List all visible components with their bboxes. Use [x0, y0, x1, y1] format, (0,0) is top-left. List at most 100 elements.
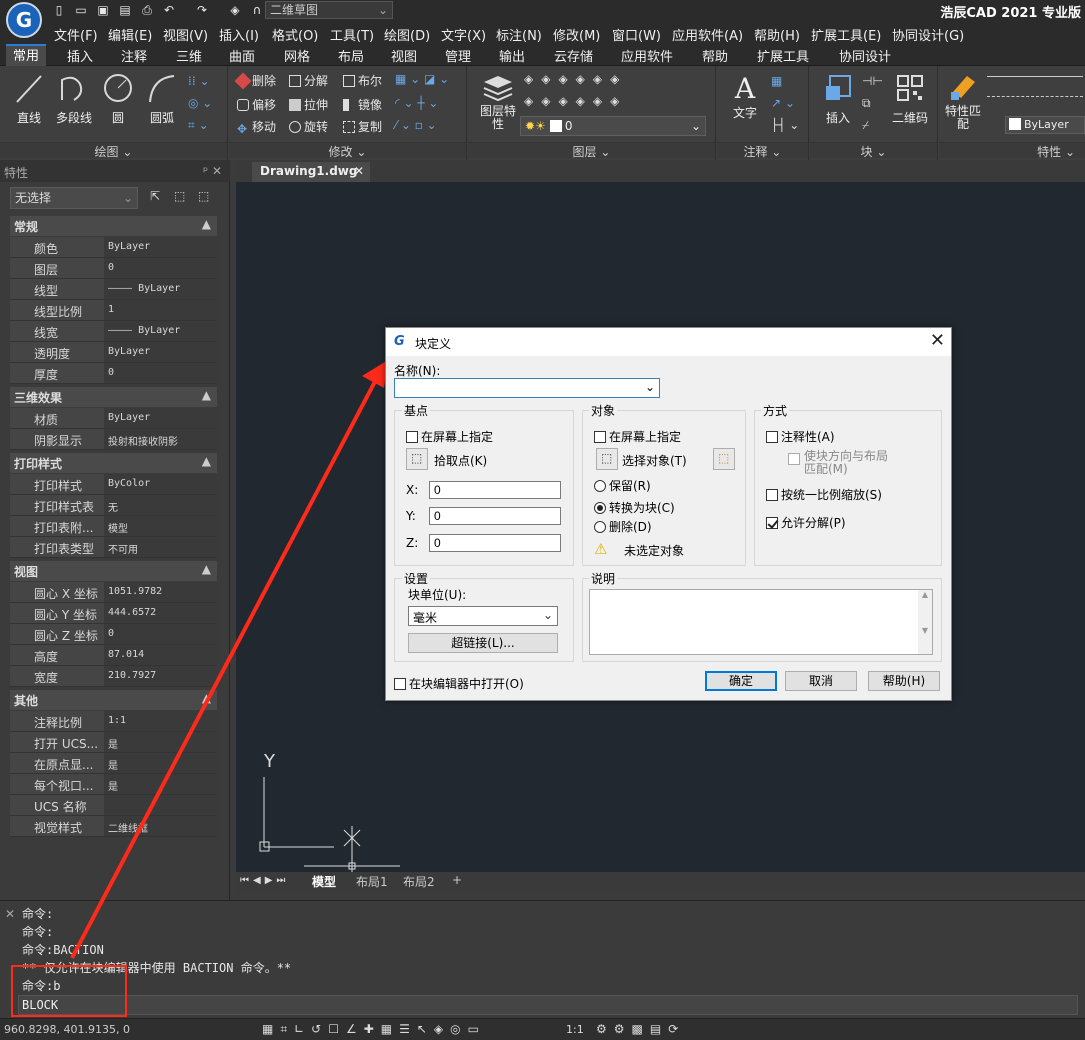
section-header[interactable]: 视图 ▲: [10, 561, 217, 581]
color-select[interactable]: ByLayer: [1005, 116, 1085, 134]
explode-button[interactable]: 分解: [289, 72, 328, 89]
print-icon[interactable]: ⎙: [140, 3, 154, 17]
base-z-input[interactable]: [429, 534, 561, 552]
menu-window[interactable]: 窗口(W): [612, 25, 661, 44]
tab-model[interactable]: 模型: [312, 873, 336, 890]
ok-button[interactable]: 确定: [705, 671, 777, 691]
menu-file[interactable]: 文件(F): [54, 25, 98, 44]
current-layer-select[interactable]: ✹☀ 0 ⌄: [520, 116, 706, 136]
tab-annotate[interactable]: 注释: [121, 46, 147, 65]
close-icon[interactable]: ✕: [5, 907, 15, 921]
close-icon[interactable]: ᵖ ✕: [203, 164, 222, 178]
close-icon[interactable]: ✕: [354, 164, 364, 178]
menu-insert[interactable]: 插入(I): [219, 25, 259, 44]
menu-edit[interactable]: 编辑(E): [108, 25, 152, 44]
collapse-icon[interactable]: ▲: [202, 388, 211, 402]
section-header[interactable]: 三维效果 ▲: [10, 387, 217, 407]
block-name-combo[interactable]: ⌄: [394, 378, 660, 398]
scrollbar[interactable]: ▲ ▼: [918, 590, 932, 654]
tab-mesh[interactable]: 网格: [284, 46, 310, 65]
tab-add-layout[interactable]: +: [452, 873, 462, 887]
property-row[interactable]: 圆心 Z 坐标 0: [10, 624, 217, 645]
tab-insert[interactable]: 插入: [67, 46, 93, 65]
section-header[interactable]: 打印样式 ▲: [10, 453, 217, 473]
tab-apps[interactable]: 应用软件: [621, 46, 673, 65]
block-tool-icon[interactable]: ⊣⊢: [862, 74, 883, 88]
block-unit-select[interactable]: 毫米 ⌄: [408, 606, 558, 626]
property-row[interactable]: 圆心 X 坐标 1051.9782: [10, 582, 217, 603]
save-as-icon[interactable]: ▤: [118, 3, 132, 17]
move-button[interactable]: ✥ 移动: [237, 118, 276, 135]
linetype-preview[interactable]: [987, 96, 1083, 97]
property-row[interactable]: 视觉样式 二维线框: [10, 816, 217, 837]
layout-nav-icon[interactable]: ⏮◀▶⏭: [240, 875, 289, 886]
property-row[interactable]: 宽度 210.7927: [10, 666, 217, 687]
tab-surface[interactable]: 曲面: [229, 46, 255, 65]
menu-tools[interactable]: 工具(T): [330, 25, 374, 44]
property-row[interactable]: 在原点显... 是: [10, 753, 217, 774]
property-row[interactable]: 打开 UCS... 是: [10, 732, 217, 753]
quick-select-icon[interactable]: ⬚: [198, 189, 209, 203]
stretch-button[interactable]: 拉伸: [289, 96, 328, 113]
tab-manage[interactable]: 管理: [445, 46, 471, 65]
status-toggles[interactable]: ▦⌗∟↺☐∠✚▦☰↖◈◎▭: [262, 1022, 486, 1037]
property-row[interactable]: 图层 0: [10, 258, 217, 279]
match-orient-checkbox[interactable]: [788, 453, 800, 465]
erase-button[interactable]: 删除: [234, 72, 276, 90]
description-textarea[interactable]: ▲ ▼: [589, 589, 933, 655]
collapse-icon[interactable]: ▲: [202, 454, 211, 468]
redo-icon[interactable]: ↷: [195, 3, 209, 17]
property-row[interactable]: 颜色 ByLayer: [10, 237, 217, 258]
select-objects-icon[interactable]: ⬚: [174, 189, 185, 203]
convert-radio[interactable]: 转换为块(C): [594, 499, 675, 516]
property-row[interactable]: 圆心 Y 坐标 444.6572: [10, 603, 217, 624]
quick-select-button[interactable]: ⬚: [713, 448, 735, 470]
menu-draw[interactable]: 绘图(D): [384, 25, 430, 44]
hyperlink-button[interactable]: 超链接(L)...: [408, 633, 558, 653]
block-edit-icon[interactable]: ⧉: [862, 96, 871, 111]
undo-icon[interactable]: ↶: [162, 3, 176, 17]
text-button[interactable]: A 文字: [725, 72, 765, 121]
close-icon[interactable]: ✕: [930, 330, 945, 351]
new-file-icon[interactable]: ▯: [52, 3, 66, 17]
block-attribute-icon[interactable]: ⌿: [862, 118, 869, 133]
command-input[interactable]: BLOCK: [18, 995, 1078, 1015]
property-row[interactable]: 打印样式表无: [10, 495, 217, 516]
toggle-pickadd-icon[interactable]: ⇱: [150, 189, 160, 203]
help-button[interactable]: 帮助(H): [868, 671, 940, 691]
uniform-scale-checkbox[interactable]: 按统一比例缩放(S): [766, 486, 882, 503]
save-icon[interactable]: ▣: [96, 3, 110, 17]
allow-explode-checkbox[interactable]: 允许分解(P): [766, 514, 846, 531]
section-header[interactable]: 常规 ▲: [10, 216, 217, 236]
base-on-screen-checkbox[interactable]: 在屏幕上指定: [406, 428, 493, 445]
menu-modify[interactable]: 修改(M): [553, 25, 600, 44]
property-row[interactable]: 高度 87.014: [10, 645, 217, 666]
arc-button[interactable]: 圆弧: [142, 72, 182, 126]
copy-button[interactable]: 复制: [343, 118, 382, 135]
layer-panel-title[interactable]: 图层 ⌄: [468, 142, 715, 159]
match-properties-button[interactable]: 特性匹配: [943, 72, 983, 131]
menu-apps[interactable]: 应用软件(A): [672, 25, 743, 44]
property-row[interactable]: 每个视口... 是: [10, 774, 217, 795]
menu-view[interactable]: 视图(V): [163, 25, 208, 44]
property-row[interactable]: 厚度 0: [10, 363, 217, 384]
annotative-checkbox[interactable]: 注释性(A): [766, 428, 835, 445]
property-row[interactable]: 材质 ByLayer: [10, 408, 217, 429]
base-x-input[interactable]: [429, 481, 561, 499]
layer-tools-row2[interactable]: ◈◈◈◈◈◈: [524, 94, 627, 108]
layers-stack-icon[interactable]: ◈: [228, 3, 242, 17]
property-row[interactable]: 打印样式 ByColor: [10, 474, 217, 495]
layer-tools-row1[interactable]: ◈◈◈◈◈◈: [524, 72, 627, 86]
rotate-button[interactable]: 旋转: [289, 118, 328, 135]
tab-cloud[interactable]: 云存储: [554, 46, 593, 65]
tab-extend[interactable]: 扩展工具: [757, 46, 809, 65]
block-panel-title[interactable]: 块 ⌄: [810, 142, 937, 159]
tab-layout2[interactable]: 布局2: [403, 873, 435, 890]
tab-layout1[interactable]: 布局1: [356, 873, 388, 890]
menu-extend[interactable]: 扩展工具(E): [811, 25, 881, 44]
line-button[interactable]: 直线: [10, 72, 48, 126]
annotation-panel-title[interactable]: 注释 ⌄: [717, 142, 808, 159]
workspace-select[interactable]: 二维草图 ⌄: [265, 1, 393, 19]
modify-panel-title[interactable]: 修改 ⌄: [229, 142, 466, 159]
cancel-button[interactable]: 取消: [785, 671, 857, 691]
